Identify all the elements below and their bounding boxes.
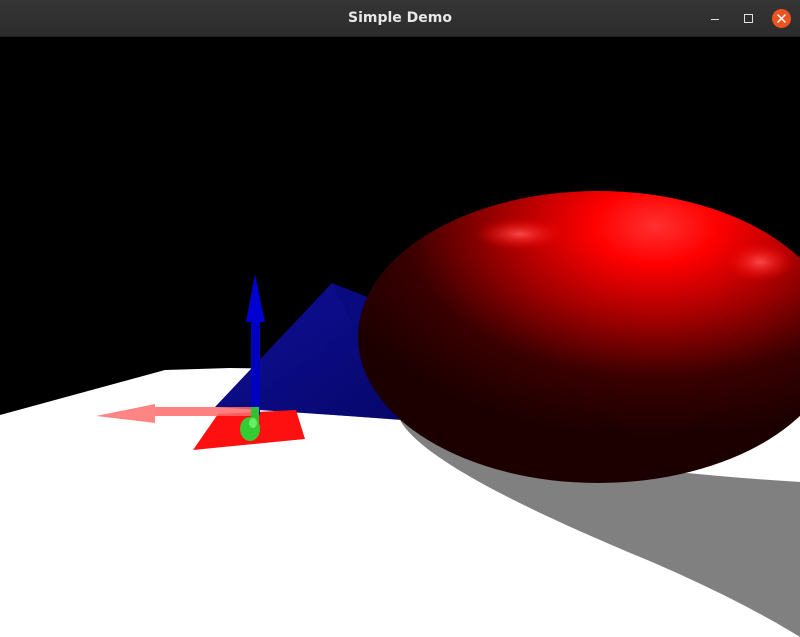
3d-viewport[interactable] — [0, 37, 800, 637]
minimize-button[interactable] — [705, 8, 725, 28]
maximize-icon — [743, 13, 753, 23]
window-title: Simple Demo — [348, 10, 452, 26]
app-window: Simple Demo — [0, 0, 800, 637]
scene-canvas — [0, 37, 800, 637]
close-icon — [771, 8, 791, 28]
maximize-button[interactable] — [738, 8, 758, 28]
title-bar[interactable]: Simple Demo — [0, 0, 800, 37]
close-button[interactable] — [771, 8, 791, 28]
minimize-icon — [711, 18, 719, 20]
